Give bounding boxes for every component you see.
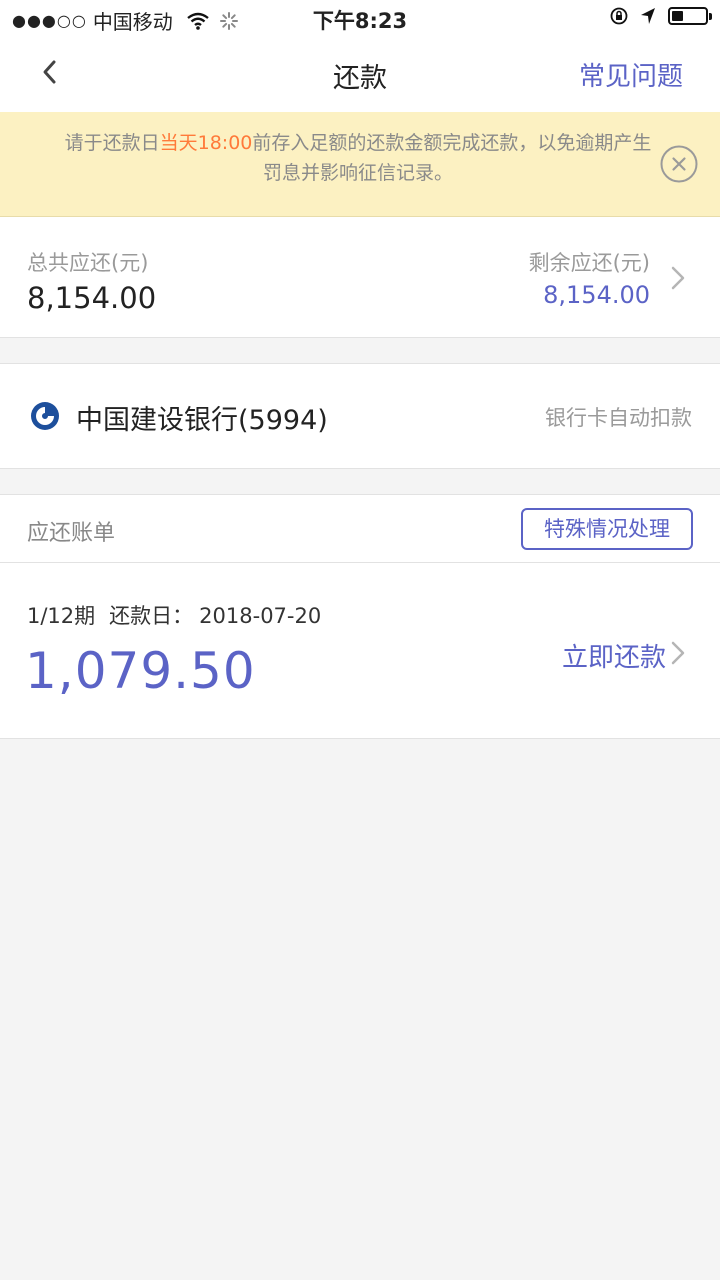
bill-period: 1/12期 [27, 604, 96, 628]
notice-banner: 请于还款日当天18:00前存入足额的还款金额完成还款，以免逾期产生罚息并影响征信… [0, 112, 720, 217]
location-arrow-icon [641, 8, 655, 24]
bill-amount: 1,079.50 [25, 642, 256, 700]
close-circle-icon[interactable] [660, 145, 698, 183]
bills-title: 应还账单 [27, 521, 116, 546]
rotation-lock-icon [610, 7, 628, 25]
bill-meta: 1/12期 还款日： 2018-07-20 [27, 600, 335, 630]
repay-now-button[interactable]: 立即还款 [562, 637, 666, 674]
bank-name: 中国建设银行(5994) [76, 405, 328, 436]
notice-deadline-highlight: 当天18:00 [159, 132, 253, 154]
total-due-value: 8,154.00 [27, 281, 157, 315]
nav-bar: 还款 常见问题 [0, 36, 720, 112]
due-date-label: 还款日： [109, 604, 194, 628]
total-due-label: 总共应还(元) [27, 251, 149, 275]
notice-text-after: 前存入足额的还款金额完成还款，以免逾期产生罚息并影响征信记录。 [252, 132, 652, 184]
battery-icon [668, 7, 712, 25]
divider [0, 562, 720, 563]
auto-debit-label: 银行卡自动扣款 [545, 406, 692, 430]
notice-text-before: 请于还款日 [64, 132, 160, 154]
remaining-due-value: 8,154.00 [543, 281, 650, 309]
chevron-right-icon[interactable] [670, 640, 686, 666]
special-case-button[interactable]: 特殊情况处理 [521, 508, 693, 550]
status-right [610, 6, 712, 26]
repayment-summary[interactable]: 总共应还(元) 8,154.00 剩余应还(元) 8,154.00 [0, 217, 720, 338]
status-bar: ●●●○○ 中国移动 下午8:23 [0, 0, 720, 36]
chevron-right-icon[interactable] [670, 265, 686, 291]
bank-card-row[interactable]: 中国建设银行(5994) 银行卡自动扣款 [0, 363, 720, 469]
notice-text: 请于还款日当天18:00前存入足额的还款金额完成还款，以免逾期产生罚息并影响征信… [60, 128, 656, 188]
battery-level [672, 11, 683, 21]
due-date-value: 2018-07-20 [199, 604, 322, 628]
bills-section: 应还账单 特殊情况处理 1/12期 还款日： 2018-07-20 1,079.50… [0, 494, 720, 739]
remaining-due-label: 剩余应还(元) [528, 251, 650, 275]
faq-link[interactable]: 常见问题 [579, 56, 683, 93]
ccb-logo-icon [31, 402, 59, 430]
